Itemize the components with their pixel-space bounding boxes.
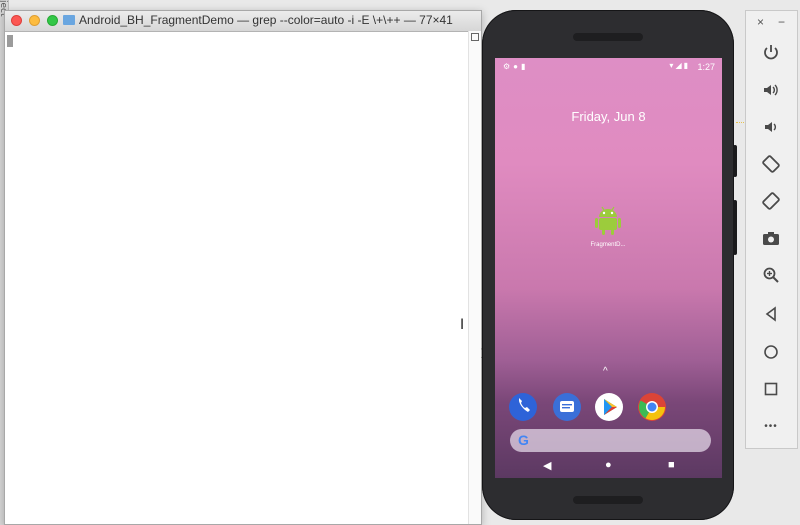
terminal-scrollbar[interactable]	[468, 31, 481, 524]
volume-hardware-button	[733, 200, 737, 255]
back-nav-icon[interactable]: ◀	[543, 459, 551, 472]
zoom-window-button[interactable]	[47, 15, 58, 26]
phone-icon[interactable]	[509, 393, 537, 421]
rotate-left-icon[interactable]	[758, 151, 784, 177]
status-bar: ⚙●▮ ▾◢▮ 1:27	[495, 58, 722, 76]
signal-battery-icons: ▾◢▮	[669, 61, 690, 70]
app-drawer-chevron-icon[interactable]: ^	[603, 366, 608, 377]
home-icon[interactable]	[758, 339, 784, 365]
bottom-speaker	[573, 496, 643, 504]
home-date[interactable]: Friday, Jun 8	[495, 109, 722, 124]
nav-bar: ◀ ● ■	[495, 454, 722, 478]
text-cursor	[7, 35, 13, 47]
android-app-icon[interactable]	[591, 203, 625, 237]
overview-icon[interactable]	[758, 376, 784, 402]
google-g-icon: G	[518, 432, 529, 448]
close-window-button[interactable]	[11, 15, 22, 26]
chrome-icon[interactable]	[638, 393, 666, 421]
more-icon[interactable]: •••	[758, 413, 784, 439]
google-search-bar[interactable]: G	[510, 429, 711, 452]
play-store-icon[interactable]	[595, 393, 623, 421]
terminal-titlebar[interactable]: Android_BH_FragmentDemo — grep --color=a…	[5, 11, 481, 32]
messages-icon[interactable]	[553, 393, 581, 421]
minimize-emulator-button[interactable]: −	[778, 15, 785, 29]
home-nav-icon[interactable]: ●	[605, 459, 612, 471]
minimize-window-button[interactable]	[29, 15, 40, 26]
app-label[interactable]: FragmentD...	[577, 242, 639, 248]
menu-icon[interactable]	[471, 33, 479, 41]
close-emulator-button[interactable]: ×	[757, 15, 764, 29]
rotate-right-icon[interactable]	[758, 188, 784, 214]
volume-up-icon[interactable]	[758, 77, 784, 103]
notification-icons: ⚙●▮	[503, 62, 529, 71]
zoom-icon[interactable]	[758, 262, 784, 288]
power-icon[interactable]	[758, 39, 784, 65]
terminal-window[interactable]: Android_BH_FragmentDemo — grep --color=a…	[4, 10, 482, 525]
top-speaker	[573, 33, 643, 41]
terminal-title: Android_BH_FragmentDemo — grep --color=a…	[79, 13, 453, 27]
power-hardware-button	[733, 145, 737, 177]
recents-nav-icon[interactable]: ■	[668, 459, 675, 471]
emulator-phone: ⚙●▮ ▾◢▮ 1:27 Friday, Jun 8 FragmentD... …	[482, 10, 737, 520]
home-dock	[495, 388, 722, 428]
status-time: 1:27	[697, 62, 715, 72]
emulator-toolbar: × − •••	[745, 10, 798, 449]
folder-icon	[63, 15, 75, 25]
back-icon[interactable]	[758, 301, 784, 327]
ibeam-cursor-icon: I	[460, 317, 465, 333]
volume-down-icon[interactable]	[758, 114, 784, 140]
camera-icon[interactable]	[758, 225, 784, 251]
phone-screen[interactable]: ⚙●▮ ▾◢▮ 1:27 Friday, Jun 8 FragmentD... …	[495, 58, 722, 478]
